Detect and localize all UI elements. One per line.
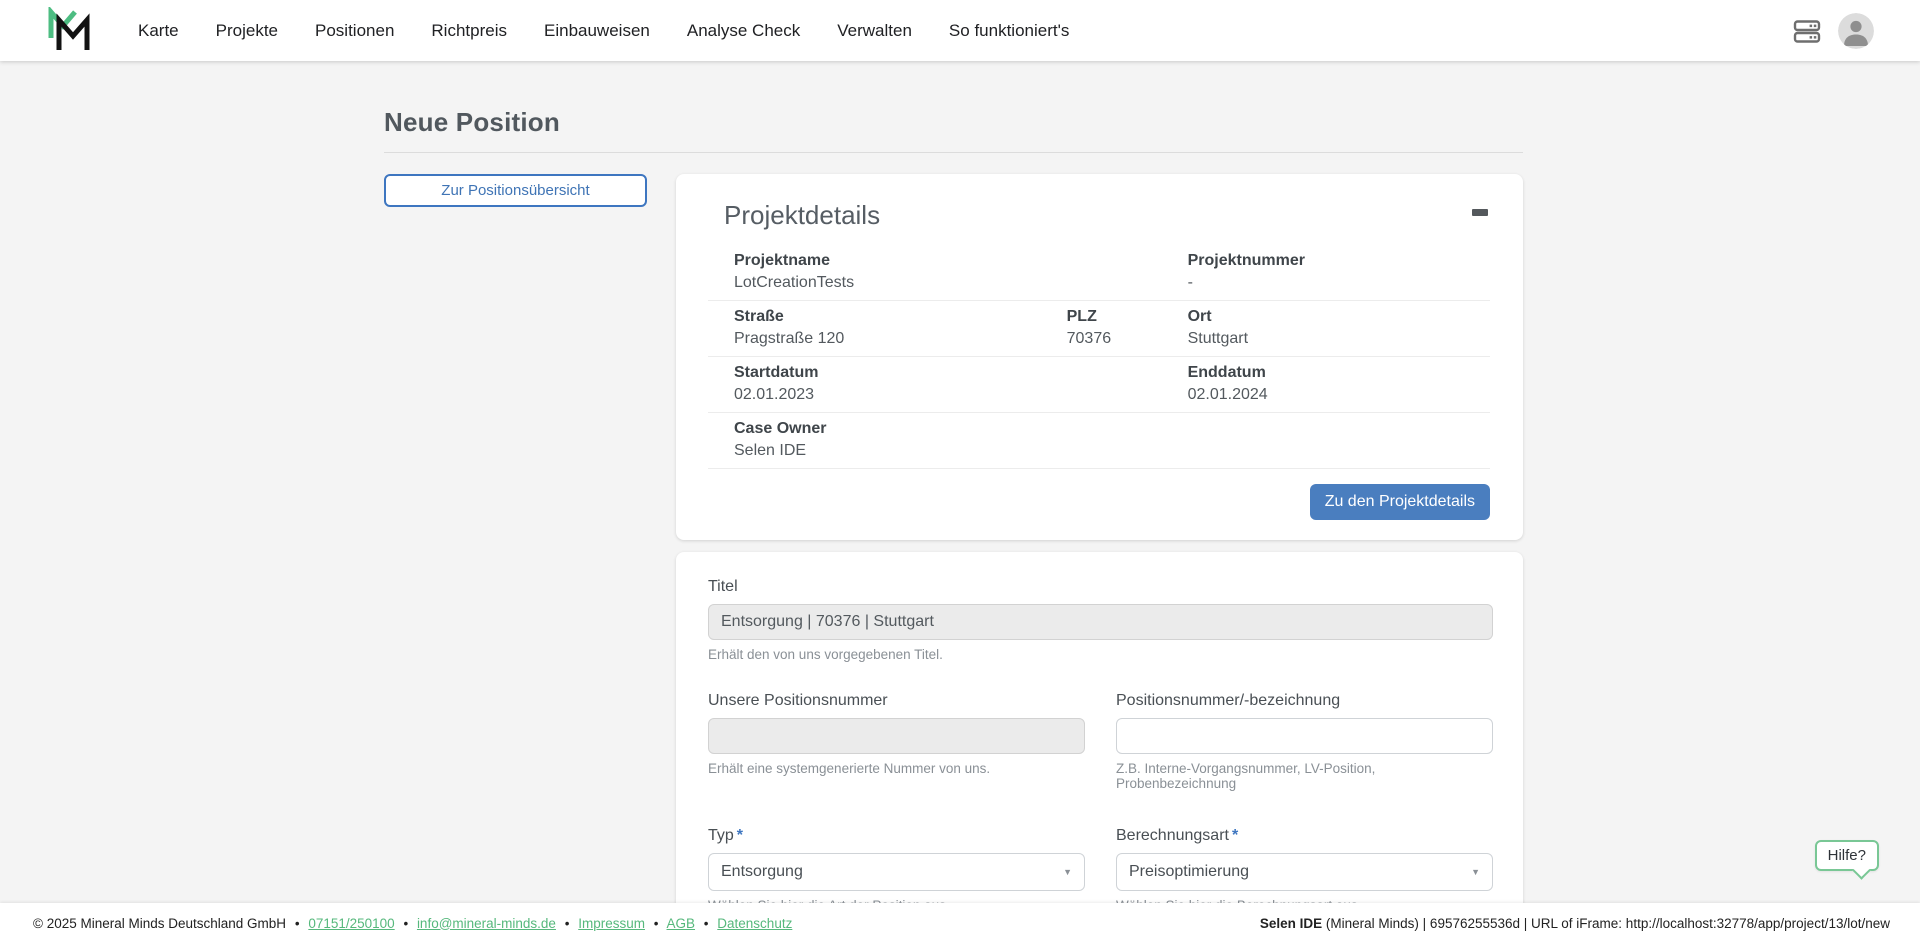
project-details-card: Projektdetails Projektname LotCreationTe…	[676, 174, 1523, 540]
field-startdatum: Startdatum 02.01.2023	[734, 364, 1067, 404]
required-marker: *	[737, 827, 743, 844]
table-row: Straße Pragstraße 120 PLZ 70376 Ort Stut…	[708, 301, 1490, 357]
positionsnummer-helper-text: Z.B. Interne-Vorgangsnummer, LV-Position…	[1116, 761, 1493, 791]
field-label: Case Owner	[734, 420, 1067, 438]
navbar-right	[1792, 13, 1874, 49]
separator: •	[403, 916, 408, 931]
field-label: Projektname	[734, 252, 1067, 270]
separator: •	[565, 916, 570, 931]
positionsnummer-label: Positionsnummer/-bezeichnung	[1116, 692, 1340, 709]
titel-label: Titel	[708, 578, 738, 595]
field-enddatum: Enddatum 02.01.2024	[1188, 364, 1490, 404]
typ-select[interactable]: Entsorgung ▼	[708, 853, 1085, 891]
nav-item-positionen[interactable]: Positionen	[315, 21, 394, 41]
nav-item-verwalten[interactable]: Verwalten	[837, 21, 912, 41]
unsere-positionsnummer-label: Unsere Positionsnummer	[708, 692, 888, 709]
field-projektnummer: Projektnummer -	[1188, 252, 1490, 292]
nav-item-einbauweisen[interactable]: Einbauweisen	[544, 21, 650, 41]
copyright-text: © 2025 Mineral Minds Deutschland GmbH	[33, 916, 286, 931]
collapse-icon[interactable]	[1472, 209, 1488, 216]
field-label: Startdatum	[734, 364, 1067, 382]
left-column: Zur Positionsübersicht	[384, 174, 647, 207]
chevron-down-icon: ▼	[1471, 867, 1480, 877]
nav-item-projekte[interactable]: Projekte	[216, 21, 278, 41]
chevron-down-icon: ▼	[1063, 867, 1072, 877]
positionsnummer-field-group: Positionsnummer/-bezeichnung Z.B. Intern…	[1116, 692, 1493, 791]
table-row: Projektname LotCreationTests Projektnumm…	[708, 245, 1490, 301]
top-navbar: Karte Projekte Positionen Richtpreis Ein…	[0, 0, 1920, 61]
berechnungsart-field-group: Berechnungsart* Preisoptimierung ▼ Wähle…	[1116, 827, 1493, 903]
field-label: Straße	[734, 308, 1067, 326]
user-avatar-icon[interactable]	[1838, 13, 1874, 49]
table-row: Case Owner Selen IDE	[708, 413, 1490, 469]
field-value: -	[1188, 274, 1490, 292]
title-divider	[384, 152, 1523, 153]
table-row: Startdatum 02.01.2023 Enddatum 02.01.202…	[708, 357, 1490, 413]
titel-helper-text: Erhält den von uns vorgegebenen Titel.	[708, 647, 1493, 662]
field-label: PLZ	[1067, 308, 1188, 326]
titel-input	[708, 604, 1493, 640]
field-value: Stuttgart	[1188, 330, 1490, 348]
field-label: Ort	[1188, 308, 1490, 326]
session-details: (Mineral Minds) | 69576255536d | URL of …	[1322, 916, 1890, 931]
right-column: Projektdetails Projektname LotCreationTe…	[676, 174, 1523, 903]
nav-item-richtpreis[interactable]: Richtpreis	[431, 21, 507, 41]
field-value: Selen IDE	[734, 442, 1067, 460]
back-to-positions-button[interactable]: Zur Positionsübersicht	[384, 174, 647, 207]
separator: •	[295, 916, 300, 931]
required-marker: *	[1232, 827, 1238, 844]
field-plz: PLZ 70376	[1067, 308, 1188, 348]
field-value: 02.01.2023	[734, 386, 1067, 404]
help-button[interactable]: Hilfe?	[1815, 840, 1879, 871]
nav-item-so-funktionierts[interactable]: So funktioniert's	[949, 21, 1069, 41]
field-case-owner: Case Owner Selen IDE	[734, 420, 1067, 460]
unsere-positionsnummer-helper-text: Erhält eine systemgenerierte Nummer von …	[708, 761, 1085, 776]
mineral-minds-logo-icon[interactable]	[44, 7, 96, 55]
main-nav: Karte Projekte Positionen Richtpreis Ein…	[138, 21, 1069, 41]
footer-link-agb[interactable]: AGB	[667, 916, 696, 931]
unsere-positionsnummer-field-group: Unsere Positionsnummer Erhält eine syste…	[708, 692, 1085, 791]
main-content: Neue Position Zur Positionsübersicht Pro…	[0, 61, 1920, 903]
session-user: Selen IDE	[1260, 916, 1322, 931]
footer-link-impressum[interactable]: Impressum	[578, 916, 645, 931]
field-label: Projektnummer	[1188, 252, 1490, 270]
nav-item-analyse-check[interactable]: Analyse Check	[687, 21, 800, 41]
footer-link-email[interactable]: info@mineral-minds.de	[417, 916, 556, 931]
field-ort: Ort Stuttgart	[1188, 308, 1490, 348]
field-value: 02.01.2024	[1188, 386, 1490, 404]
separator: •	[704, 916, 709, 931]
berechnungsart-label: Berechnungsart*	[1116, 827, 1238, 844]
server-status-icon[interactable]	[1792, 16, 1822, 46]
field-value: 70376	[1067, 330, 1188, 348]
field-strasse: Straße Pragstraße 120	[734, 308, 1067, 348]
field-projektname: Projektname LotCreationTests	[734, 252, 1067, 292]
project-details-table: Projektname LotCreationTests Projektnumm…	[708, 245, 1490, 469]
footer-info: © 2025 Mineral Minds Deutschland GmbH • …	[33, 916, 792, 931]
separator: •	[654, 916, 659, 931]
berechnungsart-select[interactable]: Preisoptimierung ▼	[1116, 853, 1493, 891]
footer: © 2025 Mineral Minds Deutschland GmbH • …	[0, 903, 1920, 943]
unsere-positionsnummer-input	[708, 718, 1085, 754]
field-value: LotCreationTests	[734, 274, 1067, 292]
footer-link-datenschutz[interactable]: Datenschutz	[717, 916, 792, 931]
positionsnummer-input[interactable]	[1116, 718, 1493, 754]
field-value: Pragstraße 120	[734, 330, 1067, 348]
typ-selected-value: Entsorgung	[721, 863, 803, 881]
typ-field-group: Typ* Entsorgung ▼ Wählen Sie hier die Ar…	[708, 827, 1085, 903]
titel-field-group: Titel Erhält den von uns vorgegebenen Ti…	[708, 578, 1493, 662]
go-to-project-details-button[interactable]: Zu den Projektdetails	[1310, 484, 1490, 520]
footer-link-phone[interactable]: 07151/250100	[308, 916, 394, 931]
session-info: Selen IDE (Mineral Minds) | 69576255536d…	[1260, 916, 1890, 931]
berechnungsart-selected-value: Preisoptimierung	[1129, 863, 1249, 881]
nav-item-karte[interactable]: Karte	[138, 21, 179, 41]
field-label: Enddatum	[1188, 364, 1490, 382]
page-title: Neue Position	[384, 107, 1523, 138]
typ-label: Typ*	[708, 827, 743, 844]
project-details-title: Projektdetails	[724, 200, 1490, 231]
new-position-form-card: Titel Erhält den von uns vorgegebenen Ti…	[676, 552, 1523, 903]
